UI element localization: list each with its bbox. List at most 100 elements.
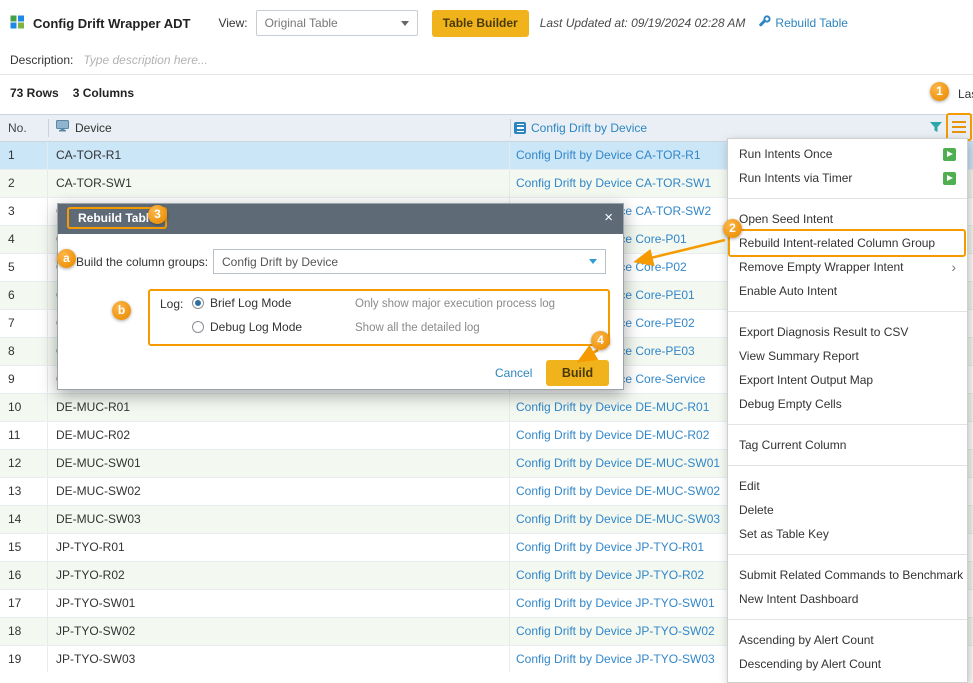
- menu-item[interactable]: Run Intents via Timer: [728, 166, 967, 190]
- menu-item[interactable]: Edit: [728, 474, 967, 498]
- annotation-circle-1: 1: [930, 82, 949, 101]
- menu-item[interactable]: Enable Auto Intent: [728, 279, 967, 303]
- cancel-button[interactable]: Cancel: [495, 366, 532, 380]
- config-drift-link[interactable]: Config Drift by Device JP-TYO-SW01: [516, 596, 715, 610]
- config-drift-link[interactable]: Config Drift by Device JP-TYO-SW02: [516, 624, 715, 638]
- menu-item[interactable]: Submit Related Commands to Benchmark: [728, 563, 967, 587]
- column-header-device[interactable]: Device: [56, 115, 112, 141]
- submenu-chevron-icon: ›: [951, 260, 956, 274]
- wrench-icon: [757, 15, 771, 32]
- device-cell: DE-MUC-R01: [48, 394, 510, 421]
- config-drift-link[interactable]: Config Drift by Device CA-TOR-R1: [516, 148, 701, 162]
- column-divider: [510, 119, 511, 137]
- menu-item-label: Run Intents via Timer: [739, 171, 852, 185]
- device-cell: CA-TOR-R1: [48, 142, 510, 169]
- device-cell: JP-TYO-R02: [48, 562, 510, 589]
- menu-item[interactable]: View Summary Report: [728, 344, 967, 368]
- row-number-cell: 14: [0, 506, 48, 533]
- row-number-cell: 18: [0, 618, 48, 645]
- menu-item[interactable]: Ascending by Alert Count: [728, 628, 967, 652]
- description-bar: Description: Type description here...: [0, 46, 973, 75]
- row-number-cell: 10: [0, 394, 48, 421]
- build-button[interactable]: Build: [546, 360, 609, 386]
- row-number-cell: 11: [0, 422, 48, 449]
- view-dropdown-value: Original Table: [265, 16, 338, 30]
- menu-item[interactable]: Remove Empty Wrapper Intent ›: [728, 255, 967, 279]
- config-drift-link[interactable]: Config Drift by Device DE-MUC-SW01: [516, 456, 720, 470]
- column-header-device-label: Device: [75, 115, 112, 141]
- last-updated-text: Last Updated at: 09/19/2024 02:28 AM: [540, 16, 746, 30]
- row-number-cell: 8: [0, 338, 48, 365]
- menu-item[interactable]: Export Intent Output Map: [728, 368, 967, 392]
- log-mode-section: Log: Brief Log Mode Only show major exec…: [148, 289, 610, 346]
- config-drift-link[interactable]: Config Drift by Device DE-MUC-R01: [516, 400, 709, 414]
- menu-item-label: Submit Related Commands to Benchmark: [739, 568, 963, 582]
- device-cell: JP-TYO-SW03: [48, 646, 510, 672]
- menu-item-label: Descending by Alert Count: [739, 657, 881, 671]
- menu-item[interactable]: Debug Empty Cells: [728, 392, 967, 416]
- brief-log-mode-radio[interactable]: Brief Log Mode: [192, 296, 291, 310]
- chevron-down-icon: [589, 259, 597, 264]
- config-drift-link[interactable]: Config Drift by Device DE-MUC-SW03: [516, 512, 720, 526]
- column-group-dropdown[interactable]: Config Drift by Device: [213, 249, 606, 274]
- config-drift-link[interactable]: Config Drift by Device DE-MUC-R02: [516, 428, 709, 442]
- column-groups-label: Build the column groups:: [76, 255, 208, 269]
- menu-item-label: Debug Empty Cells: [739, 397, 842, 411]
- column-header-no: No.: [8, 115, 27, 141]
- rebuild-table-action[interactable]: Rebuild Table: [757, 15, 848, 32]
- column-context-menu: Run Intents Once Run Intents via Timer O…: [727, 138, 968, 683]
- annotation-circle-2: 2: [723, 219, 742, 238]
- column-filter-icon[interactable]: [929, 120, 943, 137]
- column-header-config-drift[interactable]: Config Drift by Device: [514, 115, 647, 141]
- row-count: 73 Rows: [10, 86, 59, 100]
- menu-group: Edit Delete Set as Table Key: [728, 465, 967, 546]
- menu-item[interactable]: New Intent Dashboard: [728, 587, 967, 611]
- menu-item[interactable]: Run Intents Once: [728, 142, 967, 166]
- page-title: Config Drift Wrapper ADT: [33, 16, 190, 31]
- menu-item-label: Tag Current Column: [739, 438, 846, 452]
- column-menu-button[interactable]: [946, 113, 972, 141]
- menu-item[interactable]: Set as Table Key: [728, 522, 967, 546]
- row-number-cell: 3: [0, 198, 48, 225]
- table-app-icon: [10, 15, 25, 32]
- close-icon[interactable]: ×: [604, 209, 613, 226]
- rebuild-table-link[interactable]: Rebuild Table: [775, 16, 848, 30]
- dialog-header: Rebuild Table ×: [58, 204, 623, 234]
- top-toolbar: Config Drift Wrapper ADT View: Original …: [0, 0, 973, 46]
- view-dropdown[interactable]: Original Table: [256, 10, 418, 36]
- annotation-circle-4: 4: [591, 331, 610, 350]
- config-drift-link[interactable]: Config Drift by Device CA-TOR-SW1: [516, 176, 711, 190]
- config-drift-link[interactable]: Config Drift by Device JP-TYO-R02: [516, 568, 704, 582]
- menu-group: Open Seed Intent Rebuild Intent-related …: [728, 198, 967, 303]
- menu-item[interactable]: Open Seed Intent: [728, 207, 967, 231]
- menu-item[interactable]: Rebuild Intent-related Column Group: [728, 231, 967, 255]
- menu-item-label: New Intent Dashboard: [739, 592, 858, 606]
- view-label: View:: [218, 16, 247, 30]
- brief-log-mode-description: Only show major execution process log: [355, 298, 555, 310]
- table-summary: 73 Rows3 Columns: [10, 86, 134, 100]
- config-drift-link[interactable]: Config Drift by Device JP-TYO-R01: [516, 540, 704, 554]
- menu-item[interactable]: Delete: [728, 498, 967, 522]
- rebuild-table-dialog: Rebuild Table × Build the column groups:…: [57, 203, 624, 390]
- table-builder-button[interactable]: Table Builder: [432, 10, 529, 37]
- config-drift-link[interactable]: Config Drift by Device DE-MUC-SW02: [516, 484, 720, 498]
- menu-item[interactable]: Export Diagnosis Result to CSV: [728, 320, 967, 344]
- device-cell: JP-TYO-SW01: [48, 590, 510, 617]
- debug-log-mode-radio[interactable]: Debug Log Mode: [192, 320, 302, 334]
- menu-item[interactable]: Descending by Alert Count: [728, 652, 967, 676]
- column-group-dropdown-value: Config Drift by Device: [222, 255, 338, 269]
- menu-item-label: Edit: [739, 479, 760, 493]
- hamburger-icon: [952, 121, 966, 123]
- row-number-cell: 7: [0, 310, 48, 337]
- menu-item-label: Open Seed Intent: [739, 212, 833, 226]
- brief-log-mode-label: Brief Log Mode: [210, 296, 291, 310]
- config-drift-link[interactable]: Config Drift by Device JP-TYO-SW03: [516, 652, 715, 666]
- menu-item[interactable]: Tag Current Column: [728, 433, 967, 457]
- menu-item-label: Run Intents Once: [739, 147, 832, 161]
- menu-group: Ascending by Alert Count Descending by A…: [728, 619, 967, 676]
- menu-item-label: Export Diagnosis Result to CSV: [739, 325, 908, 339]
- description-input[interactable]: Type description here...: [83, 53, 208, 67]
- row-number-cell: 2: [0, 170, 48, 197]
- menu-item-label: Export Intent Output Map: [739, 373, 873, 387]
- device-cell: DE-MUC-R02: [48, 422, 510, 449]
